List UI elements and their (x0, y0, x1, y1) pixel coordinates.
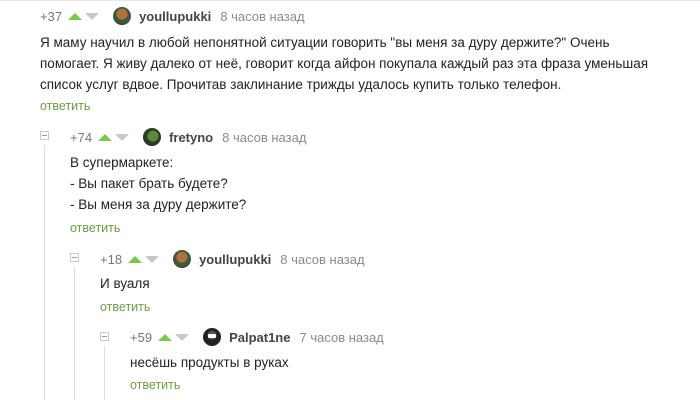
comment-author[interactable]: fretyno (169, 130, 213, 145)
comment-header: +18 youllupukki 8 часов назад (100, 249, 365, 269)
comment-rating: +74 (70, 129, 93, 145)
collapse-thread-button[interactable] (40, 131, 49, 140)
comment-text-line: Я маму научил в любой непонятной ситуаци… (40, 35, 610, 50)
avatar[interactable] (113, 7, 132, 25)
reply-link[interactable]: ответить (130, 378, 180, 392)
comment-rating: +18 (100, 251, 123, 267)
thread-line (44, 145, 45, 400)
comment-text-line: В супермаркете: (70, 155, 174, 170)
comment-text-line: список услуг вдвое. Прочитав заклинание … (40, 77, 562, 92)
reply-link[interactable]: ответить (40, 99, 90, 113)
comment-header: +74 fretyno 8 часов назад (70, 127, 306, 147)
comment-author[interactable]: Palpat1ne (229, 330, 290, 345)
upvote-icon[interactable] (128, 255, 143, 263)
comment-body: Я маму научил в любой непонятной ситуаци… (40, 32, 648, 95)
comment-header: +59 Palpat1ne 7 часов назад (130, 327, 384, 347)
avatar[interactable] (173, 250, 192, 268)
upvote-icon[interactable] (68, 12, 83, 20)
comment-author[interactable]: youllupukki (199, 252, 271, 267)
comment-text-line: - Вы меня за дуру держите? (70, 197, 247, 212)
downvote-icon[interactable] (85, 12, 100, 20)
thread-line (104, 346, 105, 400)
avatar[interactable] (203, 328, 222, 346)
comment-text-line: несёшь продукты в руках (130, 355, 289, 370)
comment-rating: +37 (40, 8, 63, 24)
upvote-icon[interactable] (158, 333, 173, 341)
comment-time[interactable]: 7 часов назад (299, 330, 383, 345)
comment-rating: +59 (130, 329, 153, 345)
collapse-thread-button[interactable] (100, 332, 109, 341)
comment-body: несёшь продукты в руках (130, 352, 289, 373)
collapse-thread-button[interactable] (70, 253, 79, 262)
comment-body: И вуаля (100, 273, 150, 294)
downvote-icon[interactable] (175, 333, 190, 341)
thread-line (74, 267, 75, 400)
comment-time[interactable]: 8 часов назад (280, 252, 364, 267)
comment-body: В супермаркете: - Вы пакет брать будете?… (70, 152, 246, 215)
upvote-icon[interactable] (98, 133, 113, 141)
comment-text-line: - Вы пакет брать будете? (70, 176, 228, 191)
downvote-icon[interactable] (115, 133, 130, 141)
comment-time[interactable]: 8 часов назад (222, 130, 306, 145)
comment-text-line: помогает. Я живу далеко от неё, говорит … (40, 56, 649, 71)
reply-link[interactable]: ответить (100, 300, 150, 314)
avatar[interactable] (143, 128, 162, 146)
downvote-icon[interactable] (145, 255, 160, 263)
top-separator (0, 0, 700, 1)
comment-header: +37 youllupukki 8 часов назад (40, 6, 305, 26)
comment-time[interactable]: 8 часов назад (220, 9, 304, 24)
comment-text-line: И вуаля (100, 276, 150, 291)
reply-link[interactable]: ответить (70, 221, 120, 235)
comment-author[interactable]: youllupukki (139, 9, 211, 24)
